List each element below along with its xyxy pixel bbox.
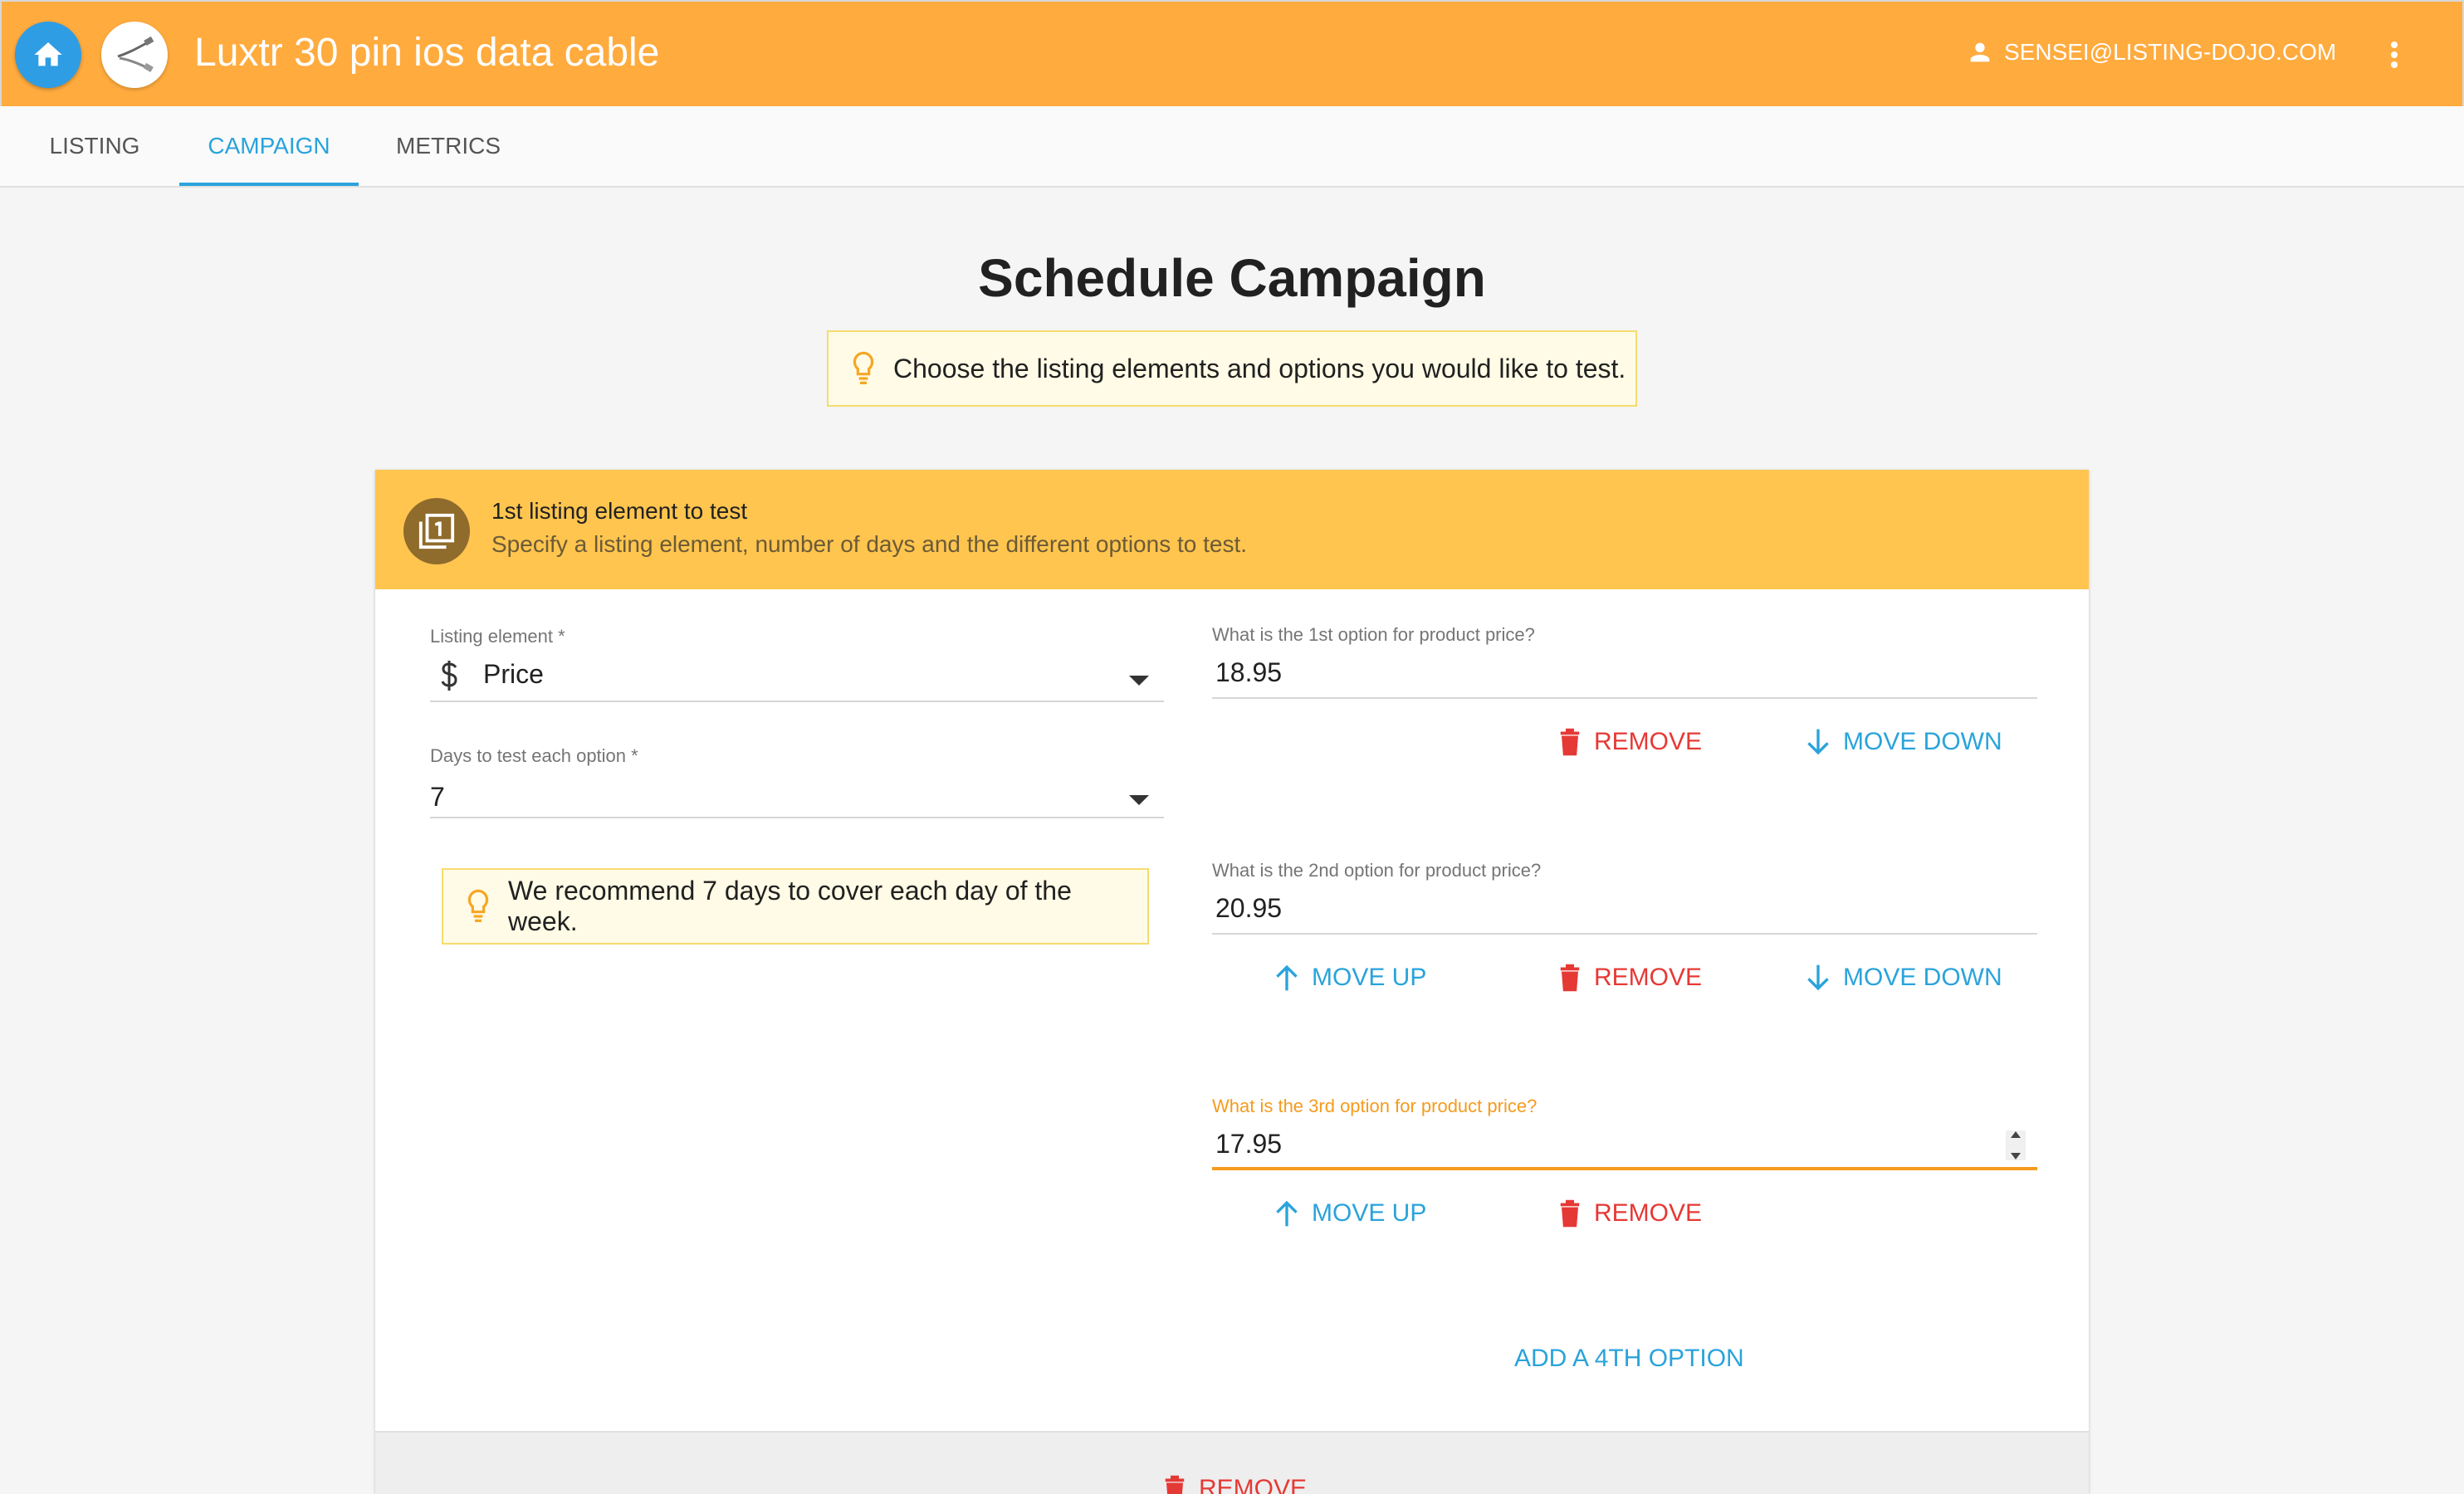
tab-metrics[interactable]: METRICS bbox=[375, 106, 521, 186]
days-underline bbox=[430, 817, 1164, 818]
option-3-underline bbox=[1212, 1167, 2037, 1170]
product-thumbnail[interactable] bbox=[101, 22, 168, 88]
more-vert-icon bbox=[2391, 42, 2398, 68]
option-2-move-down-button[interactable]: MOVE DOWN bbox=[1805, 963, 2002, 993]
arrow-down-icon bbox=[1807, 964, 1829, 991]
user-account[interactable]: SENSEI@LISTING-DOJO.COM bbox=[1966, 38, 2336, 66]
option-2-label: What is the 2nd option for product price… bbox=[1212, 860, 1542, 881]
option-2-move-up-button[interactable]: MOVE UP bbox=[1274, 963, 1426, 993]
tip-text: Choose the listing elements and options … bbox=[893, 353, 1626, 383]
trash-icon bbox=[1560, 1199, 1580, 1228]
listing-element-value: Price bbox=[483, 659, 544, 689]
card-footer: REMOVE bbox=[375, 1431, 2089, 1494]
move-up-label: MOVE UP bbox=[1312, 964, 1427, 991]
lightbulb-icon bbox=[467, 889, 489, 922]
dropdown-arrow-icon bbox=[1129, 676, 1149, 686]
step-one-icon bbox=[403, 498, 470, 564]
move-down-label: MOVE DOWN bbox=[1843, 728, 2002, 755]
days-label: Days to test each option * bbox=[430, 745, 638, 766]
days-tip-text: We recommend 7 days to cover each day of… bbox=[508, 876, 1072, 936]
days-value: 7 bbox=[430, 782, 445, 812]
option-1-underline bbox=[1212, 697, 2037, 699]
number-spinner[interactable] bbox=[2006, 1130, 2026, 1160]
tab-listing[interactable]: LISTING bbox=[27, 106, 163, 186]
arrow-up-icon bbox=[1276, 1200, 1298, 1227]
card-header: 1st listing element to test Specify a li… bbox=[375, 470, 2089, 589]
option-1-value: 18.95 bbox=[1215, 657, 1283, 687]
option-2-value: 20.95 bbox=[1215, 893, 1283, 923]
trash-icon bbox=[1560, 964, 1580, 992]
move-up-label: MOVE UP bbox=[1312, 1199, 1427, 1227]
arrow-up-icon bbox=[1276, 964, 1298, 991]
remove-label: REMOVE bbox=[1594, 728, 1703, 755]
remove-element-button[interactable]: REMOVE bbox=[1162, 1474, 1307, 1494]
product-title: Luxtr 30 pin ios data cable bbox=[194, 31, 660, 75]
person-icon bbox=[1970, 42, 1990, 62]
more-menu-button[interactable] bbox=[2381, 35, 2408, 75]
option-2-underline bbox=[1212, 933, 2037, 935]
user-email: SENSEI@LISTING-DOJO.COM bbox=[2004, 39, 2337, 65]
remove-label: REMOVE bbox=[1594, 1199, 1703, 1227]
option-3-remove-button[interactable]: REMOVE bbox=[1557, 1199, 1702, 1228]
spin-up-icon[interactable] bbox=[2010, 1130, 2022, 1139]
filter-1-icon bbox=[418, 513, 455, 549]
lightbulb-icon bbox=[853, 351, 874, 384]
tab-campaign[interactable]: CAMPAIGN bbox=[179, 106, 359, 186]
trash-icon bbox=[1560, 728, 1580, 756]
dollar-icon bbox=[441, 661, 457, 691]
remove-label: REMOVE bbox=[1199, 1475, 1308, 1494]
listing-element-underline bbox=[430, 701, 1164, 702]
option-1-move-down-button[interactable]: MOVE DOWN bbox=[1805, 727, 2002, 757]
option-2-remove-button[interactable]: REMOVE bbox=[1557, 963, 1702, 993]
cable-icon bbox=[117, 36, 154, 72]
days-tip: We recommend 7 days to cover each day of… bbox=[442, 868, 1149, 945]
page-title: Schedule Campaign bbox=[978, 248, 1486, 308]
step-title: 1st listing element to test bbox=[491, 498, 748, 524]
home-button[interactable] bbox=[15, 22, 81, 88]
arrow-down-icon bbox=[1807, 729, 1829, 755]
dropdown-arrow-icon bbox=[1129, 795, 1149, 805]
listing-element-card: 1st listing element to test Specify a li… bbox=[375, 470, 2089, 1494]
option-3-label: What is the 3rd option for product price… bbox=[1212, 1096, 1538, 1116]
home-icon bbox=[34, 42, 62, 66]
remove-label: REMOVE bbox=[1594, 964, 1703, 991]
app-bar: Luxtr 30 pin ios data cable SENSEI@LISTI… bbox=[0, 0, 2464, 106]
step-subtitle: Specify a listing element, number of day… bbox=[491, 531, 1248, 557]
move-down-label: MOVE DOWN bbox=[1843, 964, 2002, 991]
option-3-move-up-button[interactable]: MOVE UP bbox=[1274, 1199, 1426, 1228]
tab-bar: LISTING CAMPAIGN METRICS bbox=[0, 106, 2464, 188]
spin-down-icon[interactable] bbox=[2010, 1152, 2022, 1160]
option-1-label: What is the 1st option for product price… bbox=[1212, 624, 1535, 645]
option-1-remove-button[interactable]: REMOVE bbox=[1557, 727, 1702, 757]
listing-element-label: Listing element * bbox=[430, 626, 565, 647]
campaign-tip: Choose the listing elements and options … bbox=[827, 330, 1637, 407]
add-option-button[interactable]: ADD A 4TH OPTION bbox=[1514, 1345, 1744, 1373]
option-3-value: 17.95 bbox=[1215, 1129, 1283, 1159]
trash-icon bbox=[1165, 1475, 1185, 1494]
